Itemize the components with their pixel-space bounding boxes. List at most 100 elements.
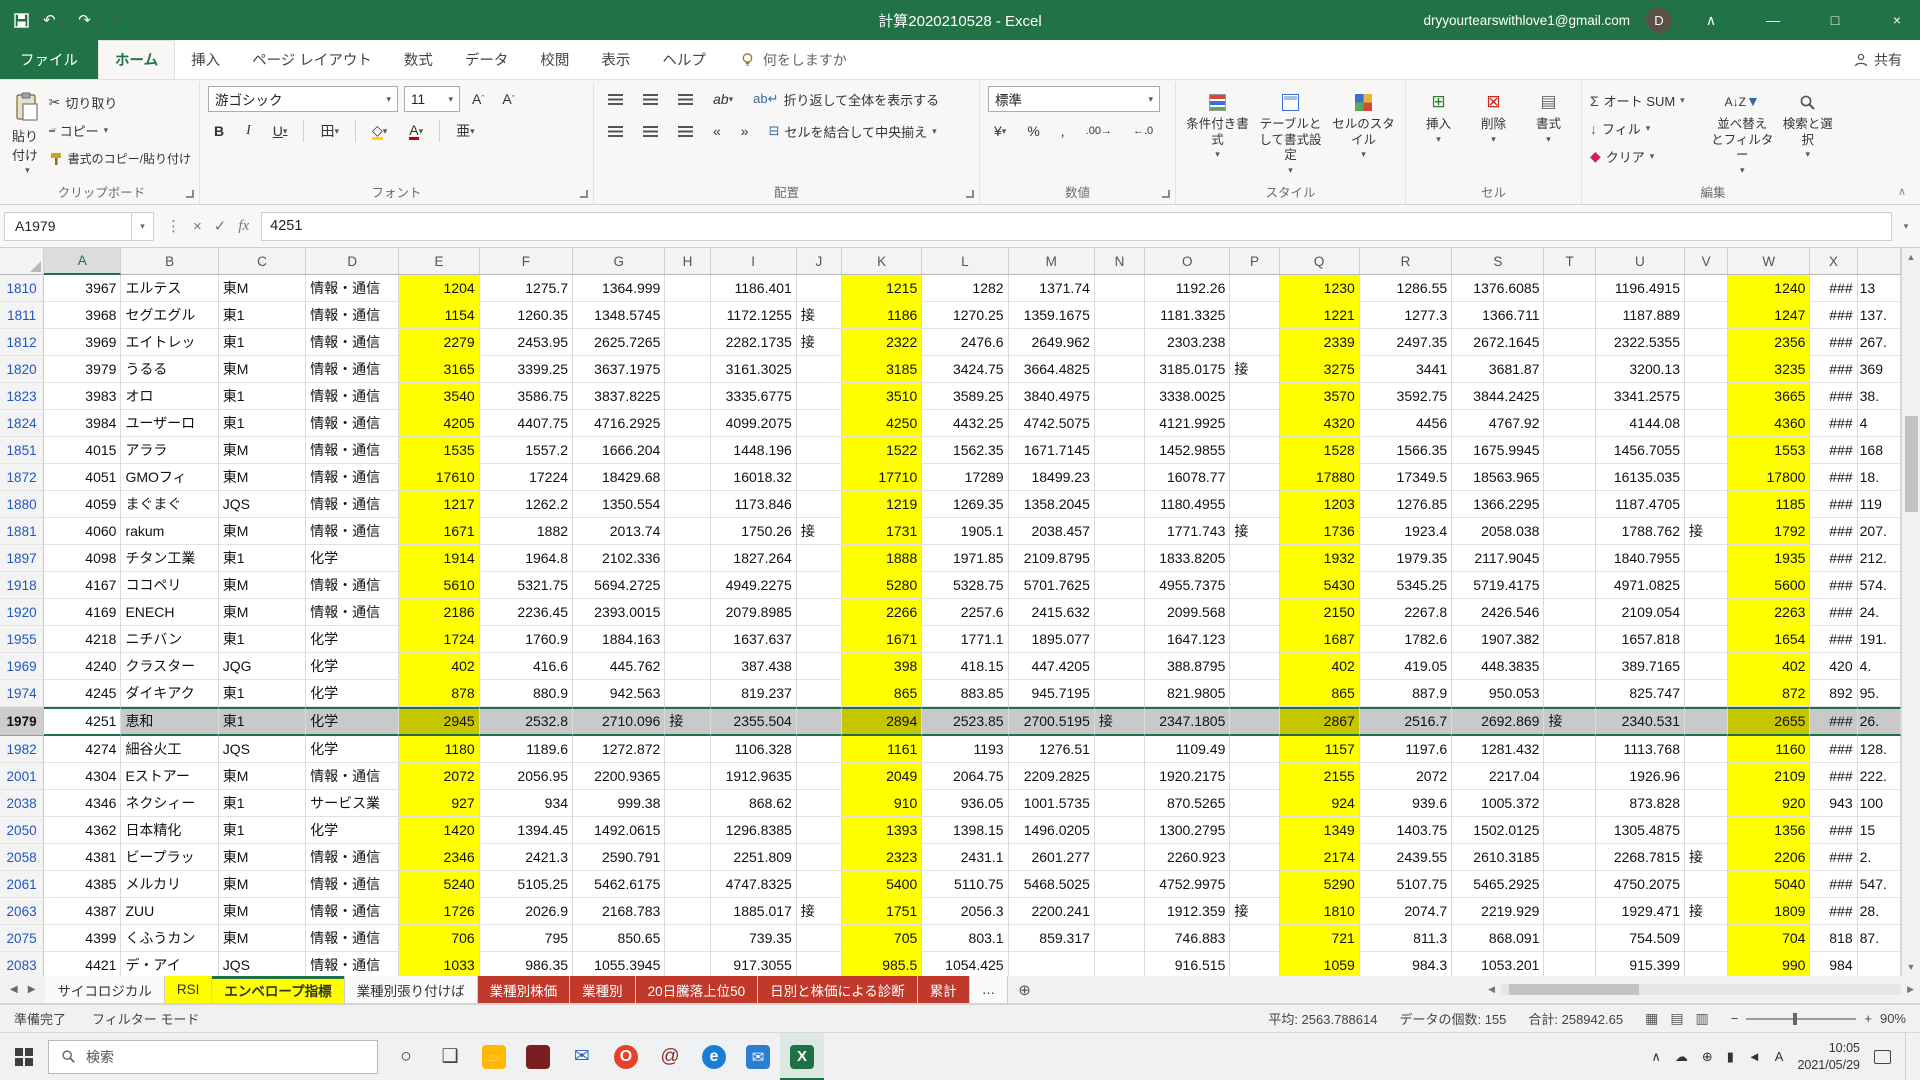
cell[interactable] [665, 653, 710, 680]
cell[interactable]: 1109.49 [1145, 736, 1230, 763]
cell[interactable]: 1760.9 [480, 626, 573, 653]
cell[interactable]: 4205 [399, 410, 479, 437]
cell[interactable] [1230, 844, 1279, 871]
cell[interactable] [1544, 763, 1595, 790]
ribbon-tab-1[interactable]: 挿入 [175, 40, 236, 79]
row-header-1982[interactable]: 1982 [0, 736, 44, 763]
cell[interactable]: 945.7195 [1009, 680, 1095, 707]
cell[interactable]: 2209.2825 [1009, 763, 1095, 790]
cell[interactable]: 95. [1858, 680, 1901, 707]
row-header-1918[interactable]: 1918 [0, 572, 44, 599]
cell[interactable]: 3235 [1728, 356, 1810, 383]
cell[interactable]: 721 [1280, 925, 1360, 952]
cell[interactable]: 4399 [44, 925, 121, 952]
row-header-2063[interactable]: 2063 [0, 898, 44, 925]
row-header-1824[interactable]: 1824 [0, 410, 44, 437]
cell[interactable] [797, 736, 842, 763]
cell[interactable] [1095, 491, 1145, 518]
cell[interactable]: 3984 [44, 410, 121, 437]
cell[interactable]: 924 [1280, 790, 1360, 817]
row-header-2083[interactable]: 2083 [0, 952, 44, 976]
cell[interactable]: ### [1810, 518, 1857, 545]
cell[interactable]: 191. [1858, 626, 1901, 653]
scroll-down-icon[interactable]: ▼ [1907, 958, 1916, 976]
column-header-X[interactable]: X [1810, 248, 1857, 275]
cell[interactable]: 化学 [306, 736, 399, 763]
cell[interactable] [797, 410, 842, 437]
cell[interactable] [1544, 599, 1595, 626]
cell[interactable]: 207. [1858, 518, 1901, 545]
sheet-tab-9[interactable]: … [970, 976, 1009, 1003]
battery-icon[interactable]: ▮ [1727, 1049, 1734, 1065]
cell[interactable]: 3969 [44, 329, 121, 356]
cell[interactable]: 1492.0615 [573, 817, 665, 844]
increase-decimal-icon[interactable]: .00→ [1080, 118, 1118, 144]
cell[interactable]: 1356 [1728, 817, 1810, 844]
cell[interactable]: 3399.25 [480, 356, 573, 383]
cell[interactable]: 916.515 [1145, 952, 1230, 976]
cell[interactable]: 2056.3 [922, 898, 1008, 925]
cell[interactable]: 1001.5735 [1009, 790, 1095, 817]
row-header-2058[interactable]: 2058 [0, 844, 44, 871]
cell[interactable]: オロ [121, 383, 218, 410]
cell[interactable] [797, 275, 842, 302]
cell[interactable]: 情報・通信 [306, 844, 399, 871]
cell[interactable]: 1221 [1280, 302, 1360, 329]
decrease-font-icon[interactable]: Aˇ [496, 86, 520, 112]
cell[interactable]: 東M [219, 464, 306, 491]
cell[interactable] [665, 383, 710, 410]
sheet-tab-2[interactable]: エンベロープ指標 [212, 976, 344, 1003]
cell[interactable]: 1359.1675 [1009, 302, 1095, 329]
cell[interactable]: 3844.2425 [1452, 383, 1544, 410]
cell[interactable]: 865 [842, 680, 922, 707]
cell[interactable] [797, 653, 842, 680]
cell[interactable] [1685, 356, 1728, 383]
cell[interactable] [1095, 680, 1145, 707]
cell[interactable]: 1932 [1280, 545, 1360, 572]
cell[interactable] [1544, 680, 1595, 707]
cell[interactable]: 東M [219, 437, 306, 464]
confirm-entry-icon[interactable]: ✓ [214, 217, 227, 235]
maximize-button[interactable]: □ [1812, 0, 1858, 40]
name-box[interactable]: A1979 [4, 212, 132, 241]
cell[interactable]: 17710 [842, 464, 922, 491]
cell[interactable]: ### [1810, 356, 1857, 383]
cell[interactable]: 2523.85 [922, 707, 1008, 736]
hscroll-left-icon[interactable]: ◀ [1488, 984, 1495, 995]
customize-qat-icon[interactable]: ▾ [114, 16, 119, 25]
align-center-icon[interactable] [637, 118, 664, 144]
cell[interactable]: 1751 [842, 898, 922, 925]
sheet-tab-6[interactable]: 20日騰落上位50 [636, 976, 759, 1003]
cut-button[interactable]: ✂切り取り [49, 90, 191, 115]
cell[interactable]: 接 [1685, 844, 1728, 871]
cell[interactable]: 5600 [1728, 572, 1810, 599]
cell[interactable]: 2945 [399, 707, 479, 736]
cell[interactable] [797, 680, 842, 707]
cell[interactable]: 1286.55 [1360, 275, 1452, 302]
cell[interactable]: 746.883 [1145, 925, 1230, 952]
cell[interactable]: 950.053 [1452, 680, 1544, 707]
cell[interactable]: 2206 [1728, 844, 1810, 871]
decrease-decimal-icon[interactable]: ←.0 [1127, 118, 1159, 144]
column-header-P[interactable]: P [1230, 248, 1279, 275]
cell[interactable] [1685, 871, 1728, 898]
cell[interactable]: 1219 [842, 491, 922, 518]
column-header-R[interactable]: R [1360, 248, 1452, 275]
cell[interactable]: 17610 [399, 464, 479, 491]
cell[interactable] [797, 491, 842, 518]
cell[interactable]: 1189.6 [480, 736, 573, 763]
cell[interactable]: 2263 [1728, 599, 1810, 626]
cell[interactable] [797, 626, 842, 653]
redo-icon[interactable]: ↷ ▾ [78, 11, 99, 29]
row-header-2038[interactable]: 2038 [0, 790, 44, 817]
cell[interactable]: 2026.9 [480, 898, 573, 925]
cell[interactable]: 5719.4175 [1452, 572, 1544, 599]
cell[interactable]: 1882 [480, 518, 573, 545]
start-button[interactable] [0, 1033, 48, 1080]
cell[interactable]: 1671.7145 [1009, 437, 1095, 464]
cell[interactable] [1095, 626, 1145, 653]
cell[interactable]: 情報・通信 [306, 383, 399, 410]
cell[interactable] [1544, 545, 1595, 572]
cell[interactable]: ### [1810, 707, 1857, 736]
cell[interactable]: 5430 [1280, 572, 1360, 599]
